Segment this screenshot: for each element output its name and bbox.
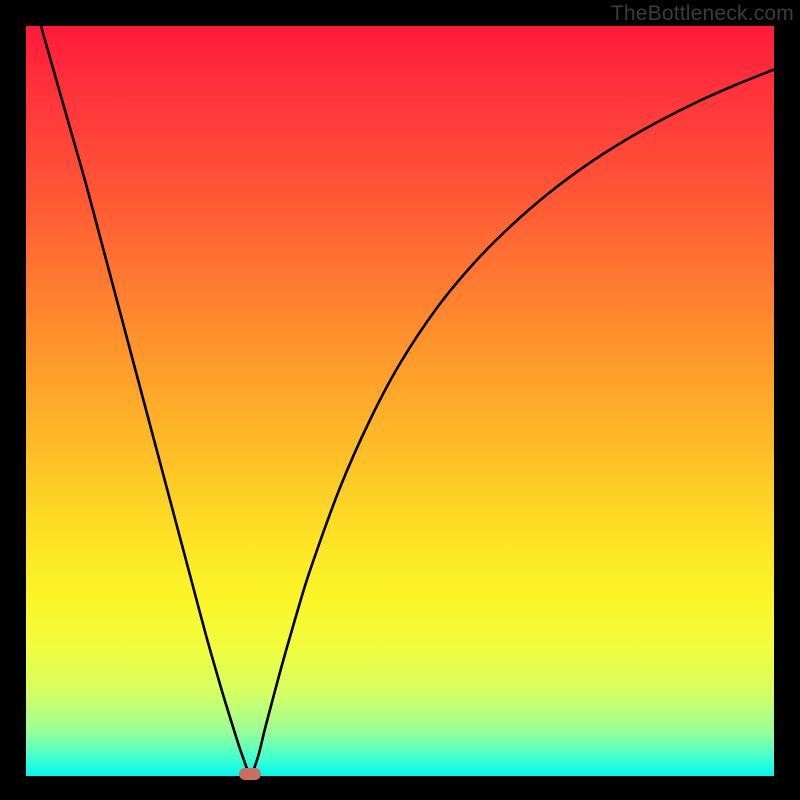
watermark-text: TheBottleneck.com [611, 2, 794, 26]
bottleneck-curve [26, 26, 774, 776]
plot-container [26, 26, 774, 776]
minimum-marker [239, 768, 261, 780]
